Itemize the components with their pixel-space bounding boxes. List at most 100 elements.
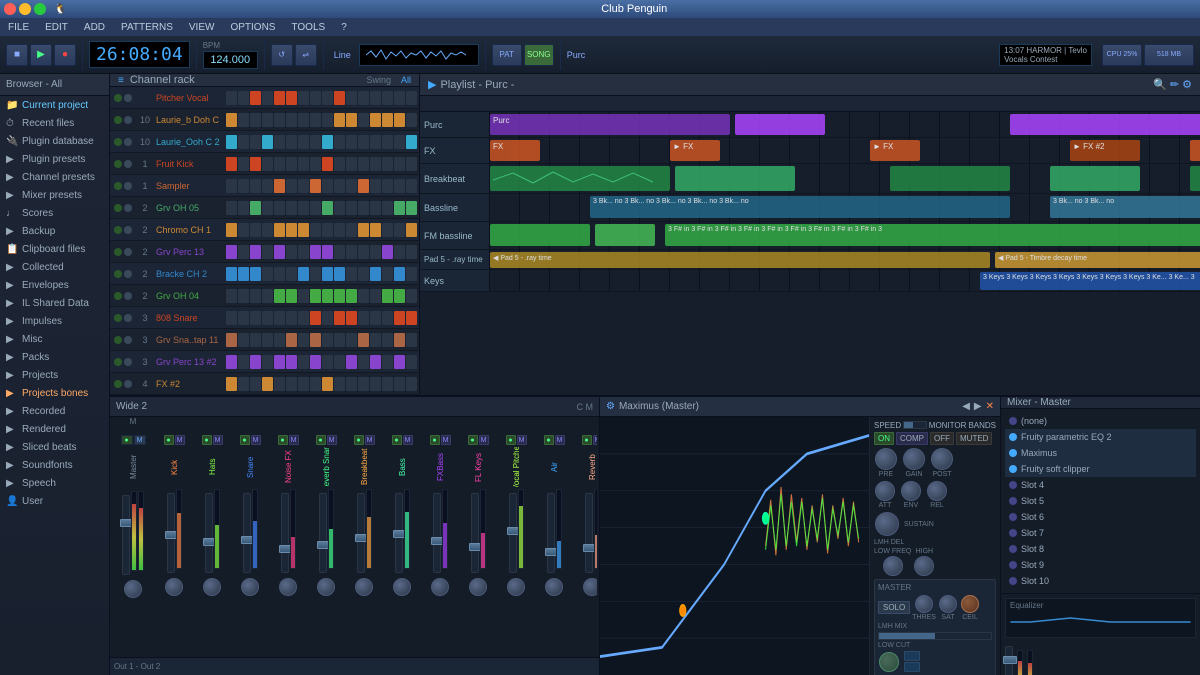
pad-2-11[interactable]: [358, 135, 369, 149]
pad-8-4[interactable]: [274, 267, 285, 281]
pad-7-7[interactable]: [310, 245, 321, 259]
record-btn[interactable]: ●: [54, 44, 76, 66]
master-mute-btn[interactable]: M: [134, 435, 146, 445]
pad-0-14[interactable]: [394, 91, 405, 105]
ch-pan-2[interactable]: [241, 578, 259, 596]
ch-mute-5[interactable]: [124, 204, 132, 212]
pad-0-10[interactable]: [346, 91, 357, 105]
pad-13-3[interactable]: [262, 377, 273, 391]
pad-9-4[interactable]: [274, 289, 285, 303]
pad-1-3[interactable]: [262, 113, 273, 127]
ch-mute-7[interactable]: [124, 248, 132, 256]
low-cut-knob[interactable]: [879, 652, 899, 672]
block-fx-5[interactable]: [1190, 140, 1200, 161]
pad-12-8[interactable]: [322, 355, 333, 369]
pad-11-0[interactable]: [226, 333, 237, 347]
pad-8-8[interactable]: [322, 267, 333, 281]
pad-8-13[interactable]: [382, 267, 393, 281]
ch-mute-btn-11[interactable]: M: [593, 435, 598, 445]
menu-file[interactable]: FILE: [4, 21, 33, 34]
ch-green-btn-11[interactable]: ●: [582, 435, 592, 445]
pad-9-10[interactable]: [346, 289, 357, 303]
pad-13-0[interactable]: [226, 377, 237, 391]
gain-knob[interactable]: [903, 448, 925, 470]
pad-8-5[interactable]: [286, 267, 297, 281]
ch-fader-0[interactable]: [167, 493, 175, 573]
pad-1-2[interactable]: [250, 113, 261, 127]
ch-mute-8[interactable]: [124, 270, 132, 278]
pad-0-12[interactable]: [370, 91, 381, 105]
pad-7-1[interactable]: [238, 245, 249, 259]
ch-fader-5[interactable]: [357, 493, 365, 573]
pad-11-14[interactable]: [394, 333, 405, 347]
ch-fader-6[interactable]: [395, 493, 403, 573]
block-pad-2[interactable]: ◀ Pad 5 - Timbre decay time: [995, 252, 1200, 268]
pad-10-14[interactable]: [394, 311, 405, 325]
pad-1-8[interactable]: [322, 113, 333, 127]
ch-pan-10[interactable]: [545, 578, 563, 596]
pad-9-2[interactable]: [250, 289, 261, 303]
sidebar-item-speech[interactable]: ▶ Speech: [0, 474, 109, 492]
pad-10-6[interactable]: [298, 311, 309, 325]
pre-knob[interactable]: [875, 448, 897, 470]
att-knob[interactable]: [875, 481, 895, 501]
lmh-mix-slider[interactable]: [878, 632, 992, 640]
pad-3-4[interactable]: [274, 157, 285, 171]
pad-5-8[interactable]: [322, 201, 333, 215]
play-btn[interactable]: ▶: [30, 44, 52, 66]
pad-11-6[interactable]: [298, 333, 309, 347]
pad-8-1[interactable]: [238, 267, 249, 281]
pad-12-9[interactable]: [334, 355, 345, 369]
pad-5-0[interactable]: [226, 201, 237, 215]
pad-3-12[interactable]: [370, 157, 381, 171]
ch-pan-4[interactable]: [317, 578, 335, 596]
ch-mute-btn-2[interactable]: M: [251, 435, 261, 445]
ch-mute-3[interactable]: [124, 160, 132, 168]
pad-5-9[interactable]: [334, 201, 345, 215]
pad-2-13[interactable]: [382, 135, 393, 149]
pad-5-13[interactable]: [382, 201, 393, 215]
min-btn[interactable]: [19, 3, 31, 15]
pad-9-5[interactable]: [286, 289, 297, 303]
pad-13-15[interactable]: [406, 377, 417, 391]
env-knob[interactable]: [901, 481, 921, 501]
pad-7-14[interactable]: [394, 245, 405, 259]
lc-up-btn[interactable]: [904, 651, 920, 661]
pad-4-1[interactable]: [238, 179, 249, 193]
muted-btn[interactable]: MUTED: [956, 432, 992, 445]
ch-mute-6[interactable]: [124, 226, 132, 234]
pad-9-15[interactable]: [406, 289, 417, 303]
block-purc-2[interactable]: [735, 114, 825, 135]
pad-2-6[interactable]: [298, 135, 309, 149]
ch-green-btn-4[interactable]: ●: [316, 435, 326, 445]
pad-7-8[interactable]: [322, 245, 333, 259]
track-blocks-bassline[interactable]: 3 Bk... no 3 Bk... no 3 Bk... no 3 Bk...…: [490, 194, 1200, 221]
pad-2-9[interactable]: [334, 135, 345, 149]
ch-pan-8[interactable]: [469, 578, 487, 596]
post-knob[interactable]: [931, 448, 953, 470]
pad-2-5[interactable]: [286, 135, 297, 149]
pad-7-9[interactable]: [334, 245, 345, 259]
sidebar-item-misc[interactable]: ▶ Misc: [0, 330, 109, 348]
ch-green-btn-1[interactable]: ●: [202, 435, 212, 445]
ch-pads-0[interactable]: [226, 90, 417, 106]
pad-9-9[interactable]: [334, 289, 345, 303]
pad-11-7[interactable]: [310, 333, 321, 347]
pad-1-6[interactable]: [298, 113, 309, 127]
pad-1-4[interactable]: [274, 113, 285, 127]
ch-pan-1[interactable]: [203, 578, 221, 596]
pad-9-6[interactable]: [298, 289, 309, 303]
pad-8-11[interactable]: [358, 267, 369, 281]
pad-5-6[interactable]: [298, 201, 309, 215]
pad-0-6[interactable]: [298, 91, 309, 105]
pad-4-6[interactable]: [298, 179, 309, 193]
pad-2-10[interactable]: [346, 135, 357, 149]
fx-slot-6[interactable]: Slot 6: [1005, 509, 1196, 525]
pad-10-13[interactable]: [382, 311, 393, 325]
pad-8-7[interactable]: [310, 267, 321, 281]
pad-6-13[interactable]: [382, 223, 393, 237]
pad-4-5[interactable]: [286, 179, 297, 193]
sidebar-item-sliced-beats[interactable]: ▶ Sliced beats: [0, 438, 109, 456]
sidebar-item-recent-files[interactable]: ⏱ Recent files: [0, 114, 109, 132]
pad-0-0[interactable]: [226, 91, 237, 105]
